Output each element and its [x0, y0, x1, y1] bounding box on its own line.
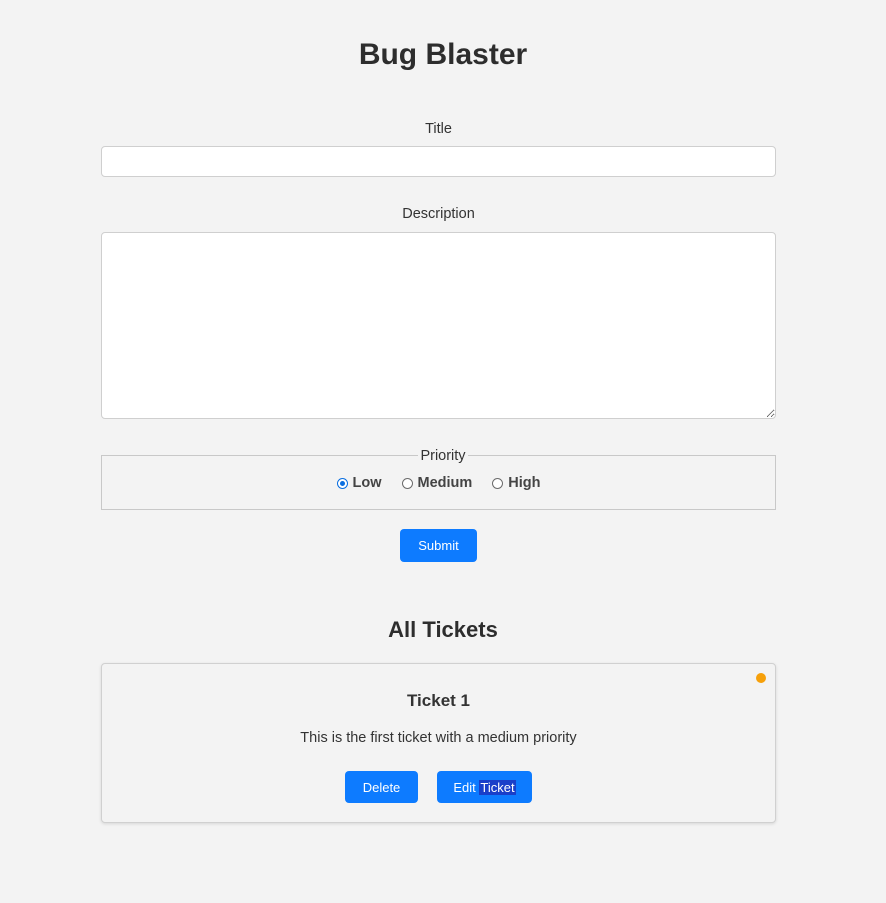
ticket-card: Ticket 1 This is the first ticket with a…	[101, 663, 776, 823]
priority-option-high[interactable]: High	[492, 475, 541, 491]
edit-ticket-button[interactable]: Edit Ticket	[437, 771, 532, 803]
priority-option-medium-label: Medium	[417, 475, 473, 491]
submit-button[interactable]: Submit	[400, 529, 477, 562]
title-label: Title	[425, 121, 452, 137]
title-input[interactable]	[101, 146, 776, 177]
priority-option-low[interactable]: Low	[336, 475, 382, 491]
priority-option-high-label: High	[508, 475, 541, 491]
priority-option-medium[interactable]: Medium	[401, 475, 473, 491]
description-textarea[interactable]	[101, 232, 776, 419]
ticket-title: Ticket 1	[406, 691, 470, 710]
radio-low-icon[interactable]	[336, 477, 348, 489]
all-tickets-heading: All Tickets	[388, 617, 498, 642]
priority-legend: Priority	[0, 447, 886, 465]
radio-medium-icon[interactable]	[401, 477, 413, 489]
ticket-description: This is the first ticket with a medium p…	[300, 730, 577, 746]
description-label: Description	[402, 206, 475, 222]
priority-radio-group: Low Medium High	[101, 473, 776, 493]
app-title: Bug Blaster	[358, 38, 528, 71]
delete-button[interactable]: Delete	[345, 771, 418, 803]
radio-high-icon[interactable]	[492, 477, 504, 489]
edit-label-selected-text: Ticket	[479, 779, 516, 795]
priority-legend-text: Priority	[418, 448, 468, 464]
priority-option-low-label: Low	[352, 475, 382, 491]
edit-label: Edit	[453, 779, 476, 795]
priority-indicator-dot	[756, 673, 766, 683]
